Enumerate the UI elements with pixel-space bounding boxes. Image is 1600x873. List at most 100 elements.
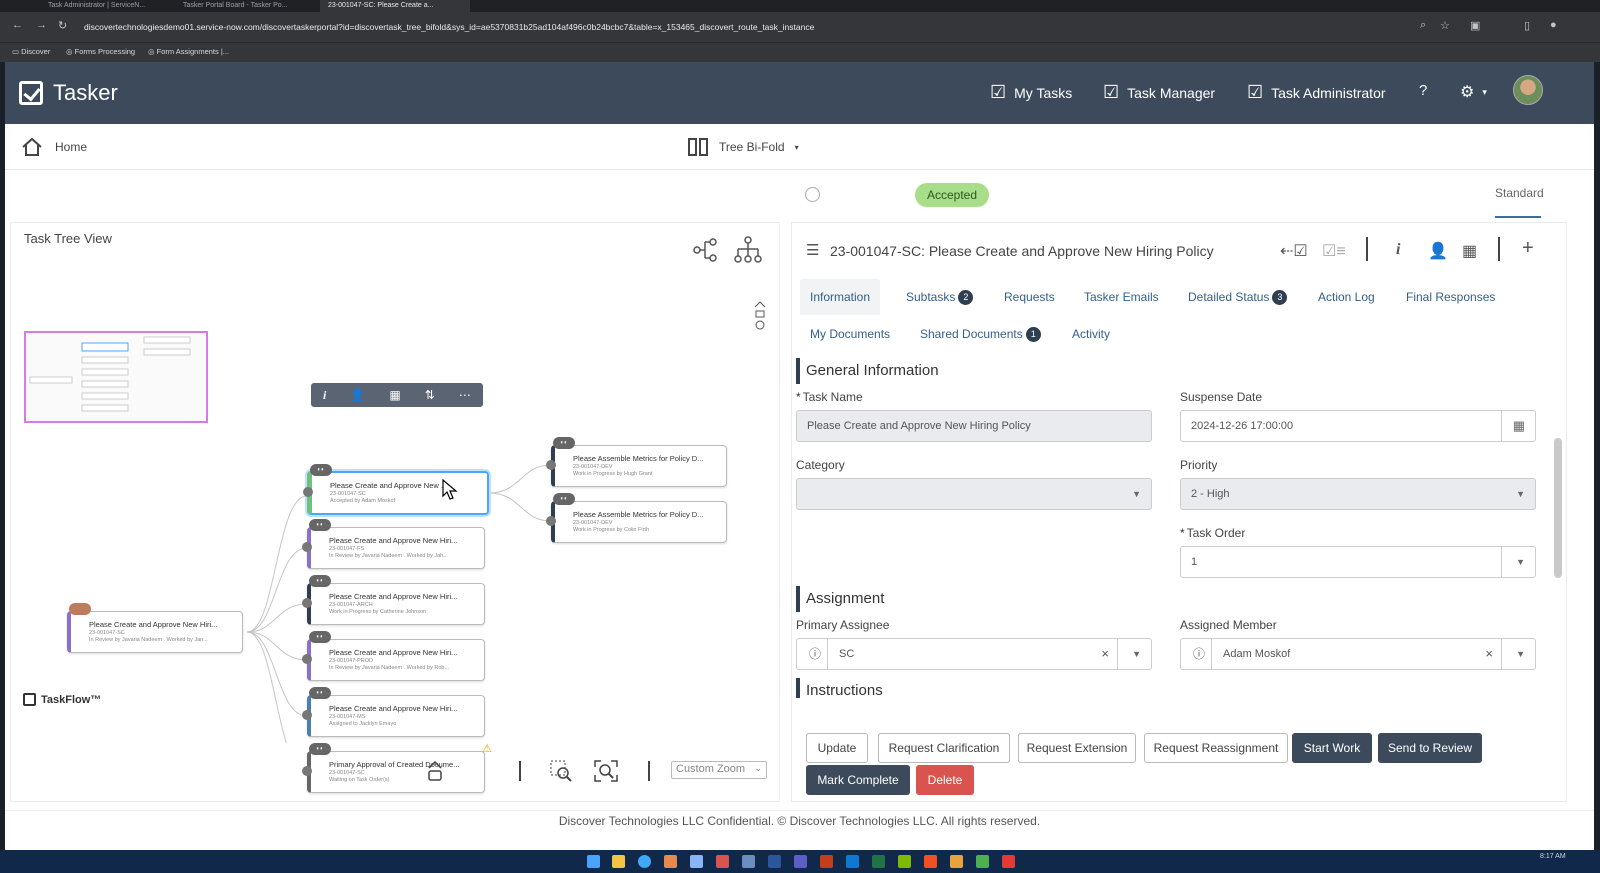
view-mode-standard[interactable]: Standard [1495, 186, 1544, 200]
status-badge-accepted[interactable]: Accepted [915, 183, 989, 207]
brand[interactable]: Tasker [19, 77, 118, 109]
calendar-icon[interactable]: ▦ [1462, 241, 1477, 261]
mark-complete-button[interactable]: Mark Complete [806, 765, 910, 795]
request-clarification-button[interactable]: Request Clarification [878, 733, 1010, 763]
app-icon[interactable] [664, 855, 677, 868]
info-circle-icon[interactable]: ⓘ [1193, 639, 1205, 669]
app-icon[interactable] [924, 855, 937, 868]
calendar-icon[interactable]: ▦ [389, 388, 400, 402]
tab-requests[interactable]: Requests [994, 279, 1065, 315]
profile-icon[interactable]: ● [1550, 19, 1557, 31]
bookmark-forms-processing[interactable]: ◎ Forms Processing [66, 47, 135, 56]
send-to-review-button[interactable]: Send to Review [1378, 733, 1482, 763]
nav-task-manager[interactable]: ☑ Task Manager [1103, 82, 1215, 103]
form-scrollbar[interactable] [1554, 438, 1562, 578]
zoom-selection-icon[interactable] [549, 759, 573, 783]
tab-action-log[interactable]: Action Log [1308, 279, 1385, 315]
teams-icon[interactable] [794, 855, 807, 868]
tab-information[interactable]: Information [800, 279, 881, 315]
help-button[interactable]: ? [1419, 82, 1427, 99]
zoom-fit-icon[interactable] [593, 759, 619, 783]
app-icon[interactable] [742, 855, 755, 868]
extension-icon[interactable]: ▣ [1470, 19, 1480, 32]
tab-shared-documents[interactable]: Shared Documents 1 [910, 316, 1051, 352]
task-name-field[interactable]: Please Create and Approve New Hiring Pol… [796, 410, 1152, 442]
priority-select[interactable]: 2 - High ▼ [1180, 478, 1536, 510]
request-reassignment-button[interactable]: Request Reassignment [1144, 733, 1288, 763]
split-icon[interactable]: ⇅ [425, 388, 435, 402]
sidepanel-icon[interactable]: ▯ [1524, 19, 1530, 32]
app-icon[interactable] [976, 855, 989, 868]
word-icon[interactable] [768, 855, 781, 868]
tab-my-documents[interactable]: My Documents [800, 316, 900, 352]
info-icon[interactable]: i [1396, 241, 1400, 259]
reassign-icon[interactable]: ⇠☑ [1280, 241, 1308, 261]
back-icon[interactable]: ← [12, 19, 23, 31]
person-icon[interactable]: 👤 [1428, 241, 1448, 261]
browser-tab[interactable]: Tasker Portal Board - Tasker Po... [175, 0, 315, 12]
bookmark-discover[interactable]: ▭ Discover [12, 47, 50, 56]
status-dot-purple[interactable] [1011, 187, 1026, 202]
zoom-icon[interactable]: ⌕ [1420, 19, 1426, 32]
system-clock[interactable]: 8:17 AM [1540, 853, 1566, 861]
url-field[interactable]: discovertechnologiesdemo01.service-now.c… [84, 17, 1384, 37]
calendar-icon[interactable]: ▦ [1513, 411, 1525, 441]
file-explorer-icon[interactable] [612, 855, 625, 868]
person-icon[interactable]: 👤 [350, 388, 365, 402]
tree-node[interactable]: ◐◐ Please Create and Approve New Hiri...… [302, 687, 485, 737]
more-icon[interactable]: ⋯ [459, 388, 471, 402]
menu-icon[interactable]: ☰ [806, 241, 819, 259]
tree-node-selected[interactable]: ◐◐ Please Create and Approve New ... 23-… [303, 464, 489, 515]
tree-node-grandchild[interactable]: ◐◐ Please Assemble Metrics for Policy D.… [546, 437, 727, 487]
clear-icon[interactable]: × [1101, 639, 1109, 669]
info-circle-icon[interactable]: ⓘ [809, 639, 821, 669]
status-dot-navy[interactable] [987, 187, 1002, 202]
home-link[interactable]: Home [21, 136, 87, 158]
start-icon[interactable] [587, 855, 600, 868]
tab-tasker-emails[interactable]: Tasker Emails [1074, 279, 1169, 315]
app-icon[interactable] [898, 855, 911, 868]
category-select[interactable]: ▼ [796, 478, 1152, 510]
app-icon[interactable] [950, 855, 963, 868]
tab-activity[interactable]: Activity [1062, 316, 1120, 352]
primary-assignee-field[interactable]: ⓘ SC × ▼ [796, 638, 1152, 670]
request-extension-button[interactable]: Request Extension [1018, 733, 1136, 763]
forward-icon[interactable]: → [36, 19, 47, 31]
tab-subtasks[interactable]: Subtasks 2 [896, 279, 983, 315]
bookmark-form-assignments[interactable]: ◎ Form Assignments |... [148, 47, 229, 56]
browser-tab[interactable]: Task Administrator | ServiceN... [40, 0, 170, 12]
tree-node[interactable]: ◐◐ Please Create and Approve New Hiri...… [302, 631, 485, 681]
add-icon[interactable]: + [1522, 237, 1534, 260]
status-dot-new[interactable] [805, 187, 820, 202]
browser-icon[interactable] [638, 855, 651, 868]
tab-detailed-status[interactable]: Detailed Status 3 [1178, 279, 1297, 315]
excel-icon[interactable] [872, 855, 885, 868]
nav-task-administrator[interactable]: ☑ Task Administrator [1247, 82, 1386, 103]
browser-tab-active[interactable]: 23-001047-SC: Please Create a... [320, 0, 470, 12]
app-icon[interactable] [690, 855, 703, 868]
start-work-button[interactable]: Start Work [1292, 733, 1372, 763]
zoom-select[interactable]: Custom Zoom ⌄ [671, 761, 767, 779]
nav-my-tasks[interactable]: ☑ My Tasks [990, 82, 1072, 103]
status-dot-blue[interactable] [877, 187, 892, 202]
info-icon[interactable]: i [323, 388, 326, 403]
powerpoint-icon[interactable] [820, 855, 833, 868]
reload-icon[interactable]: ↻ [58, 19, 67, 32]
tab-final-responses[interactable]: Final Responses [1396, 279, 1505, 315]
user-avatar[interactable] [1513, 75, 1543, 105]
tree-node[interactable]: ◐◐ Please Create and Approve New Hiri...… [302, 519, 485, 569]
tree-node-root[interactable]: Please Create and Approve New Hiri... 23… [67, 603, 243, 653]
tree-node[interactable]: ◐◐ Please Create and Approve New Hiri...… [302, 575, 485, 625]
suspense-date-field[interactable]: 2024-12-26 17:00:00 ▦ [1180, 410, 1536, 442]
status-dot-teal[interactable] [1035, 187, 1050, 202]
update-button[interactable]: Update [806, 733, 868, 763]
outlook-icon[interactable] [846, 855, 859, 868]
app-icon[interactable] [716, 855, 729, 868]
app-icon[interactable] [1002, 855, 1015, 868]
bookmark-star-icon[interactable]: ☆ [1440, 19, 1450, 32]
assigned-member-field[interactable]: ⓘ Adam Moskof × ▼ [1180, 638, 1536, 670]
status-dot-yellow[interactable] [853, 187, 868, 202]
clear-icon[interactable]: × [1485, 639, 1493, 669]
tree-node-grandchild[interactable]: ◐◐ Please Assemble Metrics for Policy D.… [546, 493, 727, 543]
layout-selector[interactable]: Tree Bi-Fold ▾ [687, 136, 799, 158]
